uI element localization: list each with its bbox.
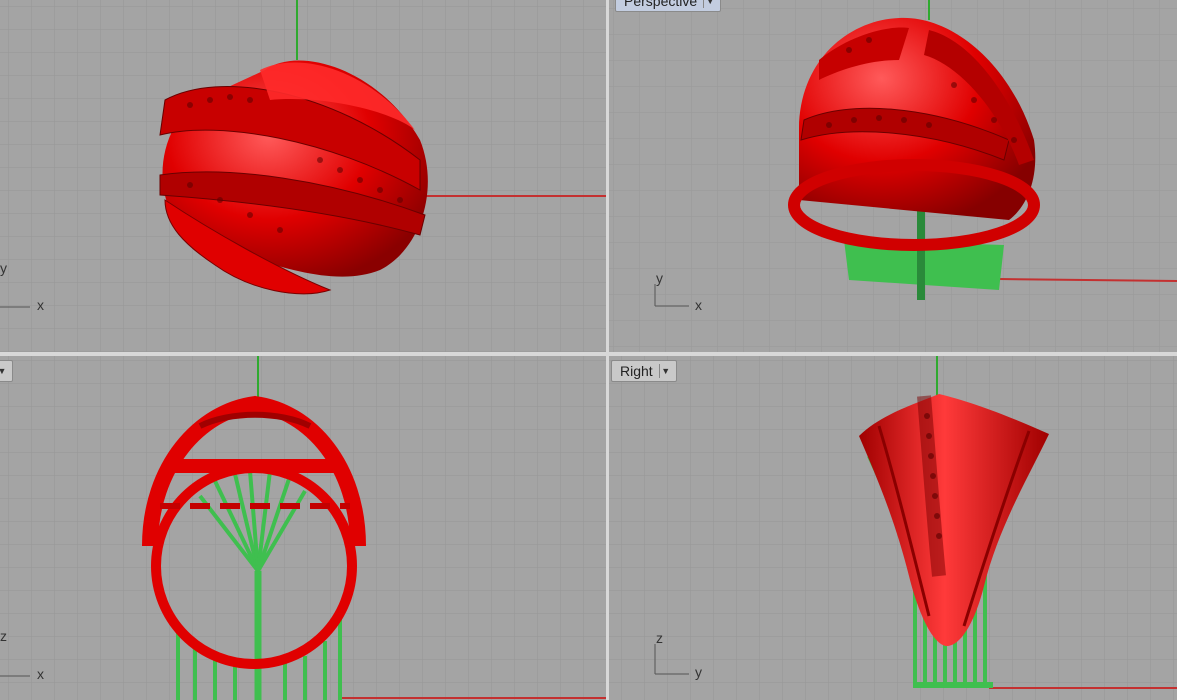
axis-label-x: x	[37, 297, 44, 313]
viewport-title-label: Right	[620, 363, 653, 379]
viewport-right[interactable]: Right ▼ z y	[609, 356, 1177, 700]
viewport-right-canvas[interactable]	[609, 356, 1177, 700]
viewport-top-canvas[interactable]	[0, 0, 606, 352]
axis-label-z: z	[0, 628, 7, 644]
axis-label-x: x	[695, 297, 702, 313]
axis-label-y: y	[695, 664, 702, 680]
viewport-splitter-horizontal[interactable]	[0, 352, 1177, 356]
axis-label-y: y	[656, 270, 663, 286]
chevron-down-icon[interactable]: ▼	[703, 0, 716, 8]
axis-label-z: z	[656, 630, 663, 646]
grid	[609, 356, 1177, 700]
viewport-title-perspective[interactable]: Perspective ▼	[615, 0, 722, 12]
viewport-title-front[interactable]: ▼	[0, 360, 13, 382]
viewport-front[interactable]: ▼ z x	[0, 356, 606, 700]
viewport-title-right[interactable]: Right ▼	[611, 360, 677, 382]
viewport-perspective[interactable]: Perspective ▼ y x	[609, 0, 1177, 352]
chevron-down-icon[interactable]: ▼	[658, 364, 672, 378]
axis-label-y: y	[0, 260, 7, 276]
chevron-down-icon[interactable]: ▼	[0, 364, 8, 378]
viewport-top[interactable]: y x	[0, 0, 606, 352]
viewport-front-canvas[interactable]	[0, 356, 606, 700]
viewport-layout: y x Perspective ▼ y x ▼ z x Right ▼ z y	[0, 0, 1177, 700]
axis-label-x: x	[37, 666, 44, 682]
viewport-splitter-vertical[interactable]	[606, 0, 609, 700]
viewport-title-label: Perspective	[624, 0, 698, 9]
